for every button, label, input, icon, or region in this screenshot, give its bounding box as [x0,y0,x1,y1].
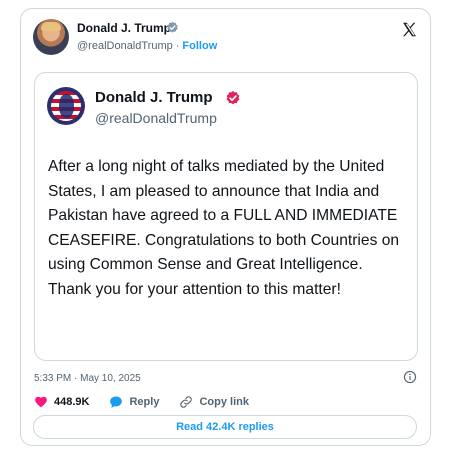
timestamp[interactable]: 5:33 PM · May 10, 2025 [34,373,141,384]
like-count: 448.9K [54,396,90,408]
red-verified-badge-icon [226,91,240,105]
heart-icon [35,396,47,408]
verified-badge-icon [167,21,178,33]
x-logo-icon[interactable] [401,21,418,38]
copy-link-button[interactable]: Copy link [179,395,249,409]
follow-button[interactable]: Follow [182,40,217,52]
action-bar: 448.9K Reply Copy link [34,394,269,410]
info-icon[interactable] [403,370,417,384]
reply-button[interactable]: Reply [109,395,159,409]
read-replies-button[interactable]: Read 42.4K replies [33,415,417,439]
copy-link-label: Copy link [199,396,249,408]
author-handle-line: @realDonaldTrump · Follow [77,40,217,52]
reply-bubble-icon [110,396,123,408]
embedded-author-name: Donald J. Trump [95,89,213,106]
embedded-author-handle: @realDonaldTrump [95,110,217,126]
like-button[interactable]: 448.9K [34,395,89,409]
reply-label: Reply [129,396,160,408]
link-icon [180,396,193,408]
tweet-embed-card: Donald J. Trump @realDonaldTrump · Follow … [20,8,431,446]
post-text: After a long night of talks mediated by … [48,158,400,298]
embedded-avatar [47,87,85,125]
avatar[interactable] [33,19,69,55]
author-name[interactable]: Donald J. Trump [77,21,171,35]
embedded-post[interactable]: Donald J. Trump @realDonaldTrump After a… [34,72,418,361]
separator: · [175,40,180,52]
author-handle[interactable]: @realDonaldTrump [77,40,173,52]
